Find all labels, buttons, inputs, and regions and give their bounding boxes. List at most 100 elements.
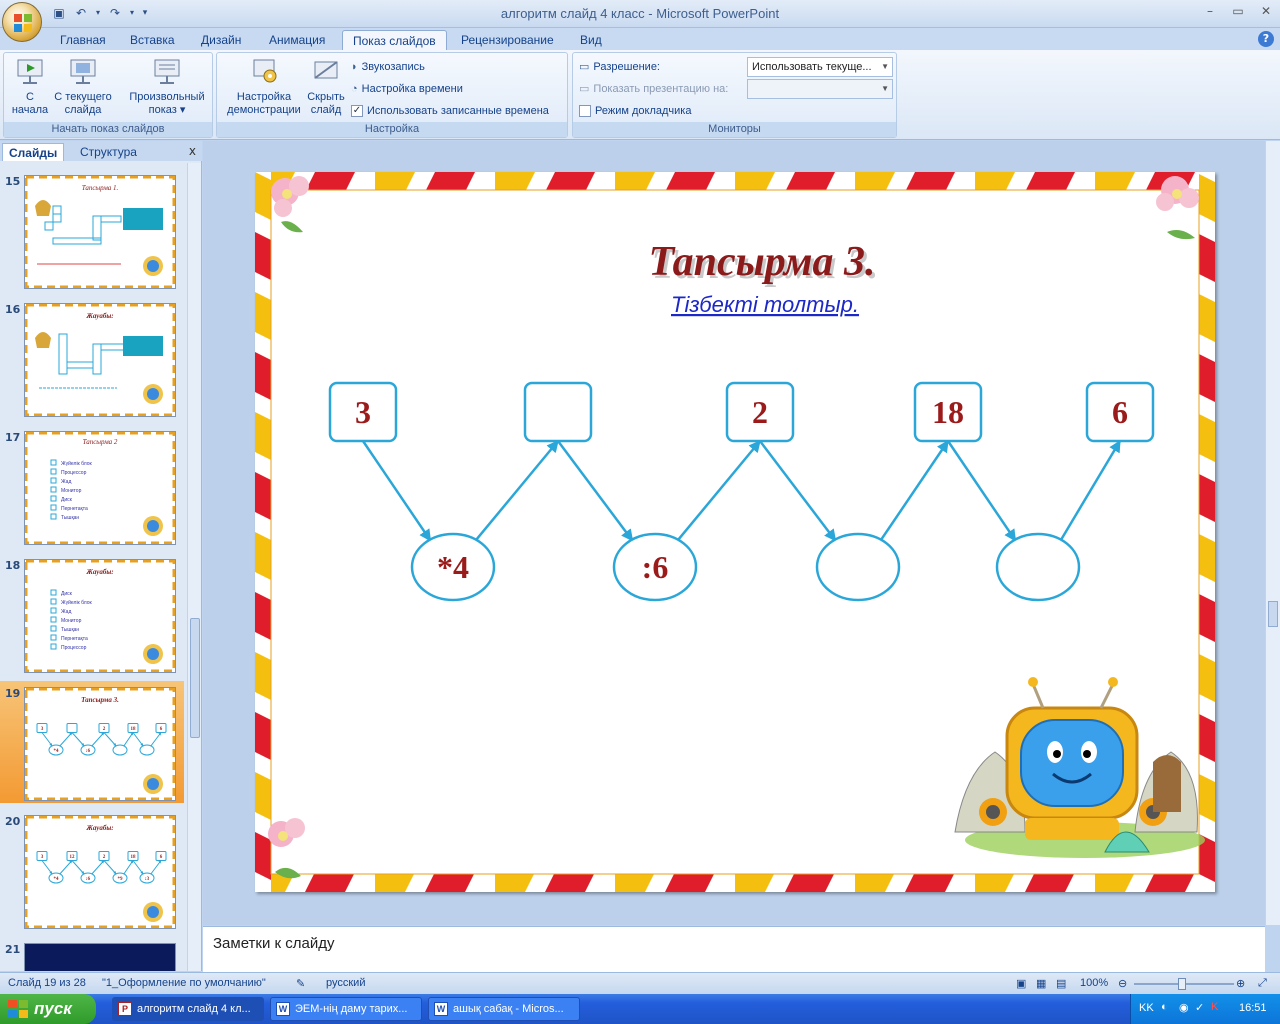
zoom-out-icon[interactable]: ⊖ (1118, 977, 1127, 990)
word-icon: W (434, 1002, 448, 1016)
slide-thumbnail-21[interactable]: 21 (0, 937, 184, 971)
help-icon[interactable]: ? (1258, 31, 1274, 47)
slide-preview (24, 943, 176, 971)
slideshow-view-icon[interactable]: ▤ (1056, 977, 1066, 990)
taskbar-item-powerpoint[interactable]: P алгоритм слайд 4 кл... (112, 997, 264, 1021)
tab-review[interactable]: Рецензирование (451, 30, 564, 50)
fit-to-window-icon[interactable]: ⤢ (1258, 977, 1267, 990)
maximize-icon[interactable]: ▭ (1230, 4, 1246, 18)
show-on-label: Показать презентацию на: (593, 83, 729, 95)
minimize-icon[interactable]: – (1202, 4, 1218, 18)
sequence-box-value: 6 (1112, 394, 1128, 430)
resolution-row: ▭ Разрешение: (579, 58, 660, 76)
monitor-icon: ▭ (579, 61, 590, 73)
thumbnail-scrollbar[interactable] (187, 163, 201, 971)
operation-oval-value: *4 (54, 877, 60, 882)
slide-thumbnail-18[interactable]: 18 Жауабы: Диск Жүйелік блок Жад Монитор… (0, 553, 184, 675)
thumb-title: Жауабы: (85, 568, 113, 576)
rehearse-timings-button[interactable]: ◔ Настройка времени (351, 80, 463, 98)
slide-thumbnail-16[interactable]: 16 Жауабы: (0, 297, 184, 419)
zoom-slider-thumb[interactable] (1178, 978, 1186, 990)
tab-insert[interactable]: Вставка (120, 30, 185, 50)
language-indicator[interactable]: русский (326, 977, 365, 989)
use-timings-check[interactable]: ✓ (351, 105, 363, 117)
slide-thumbnail-19[interactable]: 19 Тапсырма 3. 3 2 18 6 *4:6 (0, 681, 184, 803)
resolution-select[interactable]: Использовать текуще... ▼ (747, 57, 893, 77)
slide-thumbnail-17[interactable]: 17 Тапсырма 2 Жүйелік блок Процессор Жад… (0, 425, 184, 547)
tray-icon-2[interactable]: ◉ (1179, 1001, 1189, 1014)
show-on-select[interactable]: ▼ (747, 79, 893, 99)
setup-show-label-2: демонстрации (227, 104, 301, 116)
tab-outline[interactable]: Структура (74, 143, 143, 161)
slide-number: 20 (5, 815, 21, 828)
slide-thumbnail-15[interactable]: 15 Тапсырма 1. (0, 169, 184, 291)
tab-animation[interactable]: Анимация (259, 30, 335, 50)
slide-number: 15 (5, 175, 21, 188)
slide-preview-graphic: Тапсырма 3. 3 2 18 6*4:6 (25, 688, 175, 800)
tab-home[interactable]: Главная (50, 30, 116, 50)
tray-icon-1[interactable]: ◐ (1161, 1001, 1168, 1013)
from-current-label-1: С текущего (54, 91, 112, 103)
office-logo-icon (14, 14, 32, 32)
current-slide[interactable]: Тапсырма 3. Тапсырма 3. Тізбекті толтыр.… (255, 172, 1215, 892)
slides-pane: Слайды Структура x 15 Тапсырма 1. 16 Жау… (0, 141, 202, 971)
hide-slide-button[interactable]: Скрыть слайд (305, 57, 347, 117)
zoom-level[interactable]: 100% (1080, 977, 1108, 989)
record-narration-button[interactable]: ◗ Звукозапись (351, 58, 425, 76)
slide-number: 19 (5, 687, 21, 700)
setup-show-button[interactable]: Настройка демонстрации (221, 57, 307, 117)
antivirus-icon[interactable]: K (1211, 1001, 1218, 1013)
spellcheck-icon[interactable]: ✎ (296, 977, 305, 990)
taskbar-item-word[interactable]: W ЭЕМ-нің даму тарих... (270, 997, 422, 1021)
presenter-view-checkbox[interactable]: Режим докладчика (579, 102, 691, 120)
tab-slide-show[interactable]: Показ слайдов (342, 30, 447, 50)
powerpoint-icon: P (118, 1002, 132, 1016)
tab-design[interactable]: Дизайн (191, 30, 251, 50)
operation-oval (995, 532, 1081, 602)
presenter-view-label: Режим докладчика (595, 105, 692, 117)
theme-name: "1_Оформление по умолчанию" (102, 977, 266, 989)
slide-number: 18 (5, 559, 21, 572)
close-pane-icon[interactable]: x (189, 144, 196, 158)
presenter-view-check[interactable] (579, 105, 591, 117)
zoom-in-icon[interactable]: ⊕ (1236, 977, 1245, 990)
rehearse-timings-label: Настройка времени (361, 83, 463, 95)
sequence-box-value: 18 (131, 855, 137, 860)
slide-scrollbar[interactable] (1265, 141, 1280, 925)
slide-sorter-icon[interactable]: ▦ (1036, 977, 1046, 990)
from-beginning-button[interactable]: С начала (8, 57, 52, 117)
operation-oval-value: :6 (86, 877, 91, 882)
slide-number: 17 (5, 431, 21, 444)
notes-pane[interactable]: Заметки к слайду (203, 926, 1265, 972)
group-start-slide-show: С начала С текущего слайда Произвольный … (3, 52, 213, 138)
group-monitors: ▭ Разрешение: Использовать текуще... ▼ ▭… (572, 52, 897, 138)
from-beginning-label-2: начала (11, 104, 49, 116)
tab-view[interactable]: Вид (570, 30, 612, 50)
start-button[interactable]: пуск (0, 994, 96, 1024)
scrollbar-thumb[interactable] (190, 618, 200, 738)
stopwatch-icon: ◔ (351, 83, 358, 95)
slide-preview-graphic: Тапсырма 2 Жүйелік блок Процессор Жад Мо… (25, 432, 175, 544)
use-timings-checkbox[interactable]: ✓ Использовать записанные времена (351, 102, 549, 120)
normal-view-icon[interactable]: ▣ (1016, 977, 1026, 990)
sequence-box (523, 381, 593, 443)
language-tray[interactable]: KK (1139, 1002, 1154, 1014)
operation-oval-value: *4 (437, 549, 469, 585)
custom-show-button[interactable]: Произвольный показ ▾ (122, 57, 212, 117)
taskbar-item-word-2[interactable]: W ашық сабақ - Micros... (428, 997, 580, 1021)
status-bar: Слайд 19 из 28 "1_Оформление по умолчани… (0, 972, 1280, 994)
setup-show-label-1: Настройка (236, 91, 292, 103)
close-icon[interactable]: ✕ (1258, 4, 1274, 18)
thumb-title: Тапсырма 3. (81, 696, 119, 704)
setup-show-icon (253, 59, 277, 83)
hide-slide-icon (314, 61, 338, 79)
title-bar: ▣ ↶ ▾ ↷ ▾ ▾ алгоритм слайд 4 класс - Mic… (0, 0, 1280, 42)
from-current-slide-button[interactable]: С текущего слайда (52, 57, 114, 117)
thumb18-item: Пернетақта (61, 636, 88, 642)
slide-thumbnail-20[interactable]: 20 Жауабы: 3 12 2 18 6 *4:6 *9:3 (0, 809, 184, 931)
scrollbar-thumb[interactable] (1268, 601, 1278, 627)
tab-slides[interactable]: Слайды (2, 143, 65, 161)
tray-icon-3[interactable]: ✓ (1195, 1001, 1204, 1014)
sequence-box-value: 18 (932, 394, 964, 430)
office-button[interactable] (2, 2, 42, 42)
